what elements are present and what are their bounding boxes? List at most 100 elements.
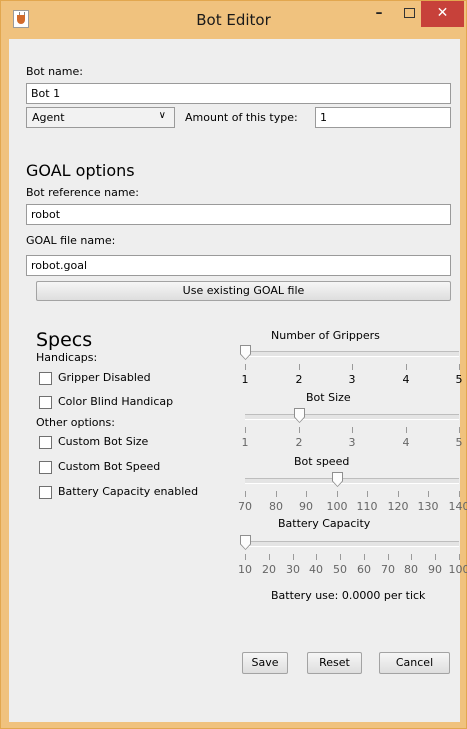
battery-slider-tick: [459, 554, 460, 560]
close-button[interactable]: ✕: [421, 1, 464, 27]
battery-slider-tick: [316, 554, 317, 560]
size-slider-tick: [352, 427, 353, 433]
handicaps-label: Handicaps:: [36, 351, 98, 364]
battery-slider-thumb[interactable]: [240, 535, 251, 550]
amount-field[interactable]: 1: [315, 107, 451, 128]
speed-slider-tick: [459, 491, 460, 497]
gripper-disabled-checkbox[interactable]: [39, 372, 52, 385]
grippers-slider-tick: [299, 364, 300, 370]
goal-file-label: GOAL file name:: [26, 234, 116, 247]
grippers-slider-tick-label: 5: [455, 373, 463, 386]
bot-type-select[interactable]: Agent ∨: [26, 107, 175, 128]
cancel-button[interactable]: Cancel: [379, 652, 450, 674]
speed-slider-label: Bot speed: [294, 455, 350, 468]
grippers-slider-tick: [406, 364, 407, 370]
battery-slider-thumb-face: [241, 536, 250, 549]
title-bar[interactable]: Bot Editor – ✕: [1, 1, 466, 39]
battery-slider-tick-label: 100: [448, 563, 467, 576]
speed-slider-tick-label: 100: [326, 500, 348, 513]
grippers-slider-thumb[interactable]: [240, 345, 251, 360]
speed-slider-tick: [337, 491, 338, 497]
size-slider-thumb[interactable]: [294, 408, 305, 423]
battery-slider-tick: [364, 554, 365, 560]
grippers-slider-tick: [245, 364, 246, 370]
goal-file-field[interactable]: robot.goal: [26, 255, 451, 276]
size-slider[interactable]: 1 2 3 4 5: [235, 408, 467, 458]
speed-slider-thumb-face: [333, 473, 342, 486]
grippers-slider[interactable]: 1 2 3 4 5: [235, 345, 467, 395]
battery-slider-label: Battery Capacity: [278, 517, 371, 530]
bot-reference-field[interactable]: robot: [26, 204, 451, 225]
size-slider-tick-label: 3: [348, 436, 356, 449]
battery-slider-tick: [293, 554, 294, 560]
battery-slider-tick: [435, 554, 436, 560]
bot-name-field[interactable]: Bot 1: [26, 83, 451, 104]
size-slider-tick: [406, 427, 407, 433]
battery-slider[interactable]: 10 20 30 40 50 60 70 80 90 100: [235, 535, 467, 585]
battery-use-text: Battery use: 0.0000 per tick: [271, 589, 426, 602]
grippers-slider-tick: [352, 364, 353, 370]
speed-slider-tick-label: 140: [448, 500, 467, 513]
speed-slider-tick-label: 110: [356, 500, 378, 513]
size-slider-tick-label: 1: [241, 436, 249, 449]
speed-slider-tick: [398, 491, 399, 497]
speed-slider-tick: [245, 491, 246, 497]
size-slider-label: Bot Size: [306, 391, 351, 404]
color-blind-label: Color Blind Handicap: [58, 395, 174, 408]
size-slider-track[interactable]: [245, 414, 459, 420]
bot-name-label: Bot name:: [26, 65, 83, 78]
content-panel: Bot name: Bot 1 Agent ∨ Amount of this t…: [9, 39, 467, 722]
grippers-slider-tick-label: 4: [402, 373, 410, 386]
speed-slider-tick-label: 130: [417, 500, 439, 513]
size-slider-tick: [299, 427, 300, 433]
grippers-slider-thumb-face: [241, 346, 250, 359]
speed-slider[interactable]: 70 80 90 100 110 120 130 140: [235, 472, 467, 522]
speed-slider-tick: [276, 491, 277, 497]
grippers-slider-tick-label: 2: [295, 373, 303, 386]
size-slider-tick-label: 5: [455, 436, 463, 449]
size-slider-thumb-face: [295, 409, 304, 422]
size-slider-tick-label: 2: [295, 436, 303, 449]
minimize-button[interactable]: –: [364, 1, 394, 27]
battery-slider-tick: [388, 554, 389, 560]
reset-button[interactable]: Reset: [307, 652, 362, 674]
bot-reference-label: Bot reference name:: [26, 186, 140, 199]
custom-speed-label: Custom Bot Speed: [58, 460, 161, 473]
size-slider-tick: [459, 427, 460, 433]
battery-slider-tick: [269, 554, 270, 560]
grippers-slider-tick-label: 3: [348, 373, 356, 386]
save-button[interactable]: Save: [242, 652, 288, 674]
maximize-icon: [403, 8, 415, 18]
speed-slider-tick: [367, 491, 368, 497]
speed-slider-tick-label: 90: [299, 500, 313, 513]
speed-slider-tick-label: 80: [269, 500, 283, 513]
speed-slider-tick-label: 70: [238, 500, 252, 513]
size-slider-tick-label: 4: [402, 436, 410, 449]
bot-editor-window: Bot Editor – ✕ Bot name: Bot 1 Agent ∨ A…: [0, 0, 467, 729]
battery-slider-tick: [411, 554, 412, 560]
custom-size-checkbox[interactable]: [39, 436, 52, 449]
color-blind-checkbox[interactable]: [39, 396, 52, 409]
use-existing-goal-button[interactable]: Use existing GOAL file: [36, 281, 451, 301]
battery-enabled-checkbox[interactable]: [39, 486, 52, 499]
custom-size-label: Custom Bot Size: [58, 435, 149, 448]
custom-speed-checkbox[interactable]: [39, 461, 52, 474]
maximize-button[interactable]: [394, 1, 424, 27]
goal-options-title: GOAL options: [26, 161, 135, 180]
specs-title: Specs: [36, 329, 93, 351]
gripper-disabled-label: Gripper Disabled: [58, 371, 151, 384]
battery-enabled-label: Battery Capacity enabled: [58, 485, 199, 498]
speed-slider-thumb[interactable]: [332, 472, 343, 487]
other-options-label: Other options:: [36, 416, 115, 429]
grippers-slider-track[interactable]: [245, 351, 459, 357]
battery-slider-track[interactable]: [245, 541, 459, 547]
grippers-slider-tick: [459, 364, 460, 370]
grippers-slider-label: Number of Grippers: [271, 329, 380, 342]
bot-type-value: Agent: [32, 111, 65, 124]
size-slider-tick: [245, 427, 246, 433]
grippers-slider-tick-label: 1: [241, 373, 249, 386]
battery-slider-tick: [340, 554, 341, 560]
speed-slider-tick: [306, 491, 307, 497]
speed-slider-track[interactable]: [245, 478, 459, 484]
speed-slider-tick: [428, 491, 429, 497]
